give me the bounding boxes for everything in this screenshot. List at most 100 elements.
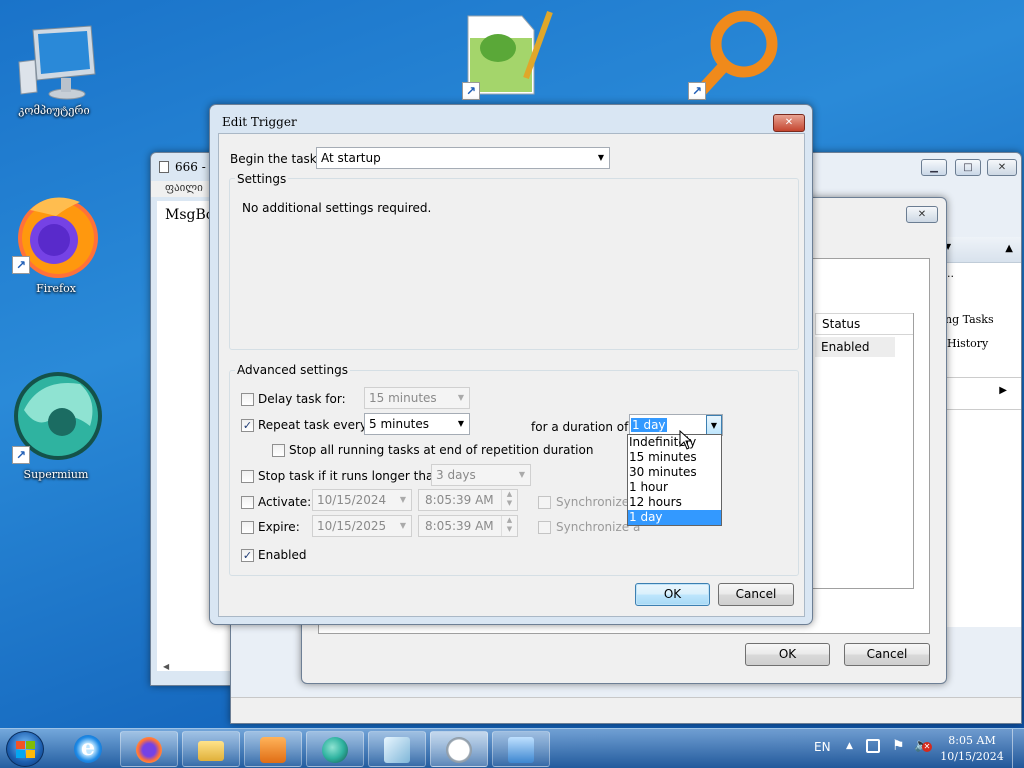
search-tool-desktop-icon[interactable]: ↗ [686, 8, 782, 102]
chevron-down-icon[interactable]: ▼ [706, 415, 722, 435]
duration-option-selected[interactable]: 1 day [628, 510, 721, 525]
begin-task-select[interactable]: At startup ▼ [316, 147, 610, 169]
expire-checkbox[interactable] [241, 521, 254, 534]
language-indicator[interactable]: EN [814, 740, 831, 754]
stop-all-tasks-checkbox[interactable] [272, 444, 285, 457]
right-pane: ▲ ▼ .. ng Tasks History ▶ [943, 237, 1021, 627]
duration-option[interactable]: Indefinitely [628, 435, 721, 450]
show-desktop-button[interactable] [1012, 729, 1024, 768]
stop-if-longer-select[interactable]: 3 days ▼ [431, 464, 531, 486]
activate-checkbox[interactable] [241, 496, 254, 509]
desktop-icon-supermium[interactable]: ↗ Supermium [8, 370, 104, 481]
firefox-icon: ↗ [10, 190, 102, 280]
sync-timezone-checkbox-2[interactable] [538, 521, 551, 534]
status-bar [231, 697, 1021, 723]
properties-cancel-button[interactable]: Cancel [844, 643, 930, 666]
submenu-arrow-icon[interactable]: ▶ [999, 385, 1007, 396]
repeat-task-select[interactable]: 5 minutes ▼ [364, 413, 470, 435]
show-hidden-icons-icon[interactable]: ▲ [846, 741, 853, 751]
taskbar-firefox[interactable] [120, 731, 178, 767]
expire-date-picker[interactable]: 10/15/2025 ▼ [312, 515, 412, 537]
duration-option[interactable]: 12 hours [628, 495, 721, 510]
clock[interactable]: 8:05 AM 10/15/2024 [940, 733, 1004, 765]
delay-task-checkbox[interactable] [241, 393, 254, 406]
duration-option[interactable]: 1 hour [628, 480, 721, 495]
taskbar-explorer[interactable] [182, 731, 240, 767]
desktop-icon-label: Firefox [36, 282, 76, 295]
activate-time-spinner[interactable]: 8:05:39 AM ▲ ▼ [418, 489, 518, 511]
duration-value: 1 day [631, 418, 667, 432]
dialog-ok-button[interactable]: OK [635, 583, 710, 606]
duration-option[interactable]: 30 minutes [628, 465, 721, 480]
expire-label: Expire: [258, 520, 300, 534]
edit-trigger-title: Edit Trigger [222, 115, 297, 129]
chevron-down-icon: ▼ [457, 393, 465, 402]
desktop-icon-label: კომპიუტერი [18, 104, 90, 117]
collapse-up-icon[interactable]: ▲ [1005, 243, 1013, 254]
dialog-cancel-button[interactable]: Cancel [718, 583, 794, 606]
repeat-task-checkbox[interactable]: ✓ [241, 419, 254, 432]
supermium-icon: ↗ [10, 370, 102, 466]
desktop-icon-firefox[interactable]: ↗ Firefox [8, 190, 104, 295]
sync-timezone-checkbox-1[interactable] [538, 496, 551, 509]
shortcut-arrow-icon: ↗ [688, 82, 706, 100]
media-player-icon [260, 737, 286, 763]
duration-dropdown-list[interactable]: Indefinitely 15 minutes 30 minutes 1 hou… [627, 434, 722, 526]
notepad-plus-plus-desktop-icon[interactable]: ↗ [462, 8, 554, 102]
settings-info-text: No additional settings required. [242, 201, 432, 215]
activate-date-picker[interactable]: 10/15/2024 ▼ [312, 489, 412, 511]
taskbar-ie[interactable]: e [60, 731, 116, 767]
activate-time-value: 8:05:39 AM [425, 493, 494, 507]
notepad-icon [384, 737, 410, 763]
maximize-button[interactable]: □ [955, 159, 981, 176]
scroll-left-arrow[interactable]: ◀ [163, 662, 169, 671]
action-item[interactable]: .. [947, 267, 954, 280]
delay-task-value: 15 minutes [369, 391, 437, 405]
taskbar-notepad[interactable] [368, 731, 426, 767]
windows-logo-icon [16, 741, 35, 758]
delay-task-select[interactable]: 15 minutes ▼ [364, 387, 470, 409]
status-cell-value: Enabled [821, 340, 870, 354]
volume-muted-icon[interactable]: 🔈✕ [914, 738, 932, 753]
expire-time-spinner[interactable]: 8:05:39 AM ▲ ▼ [418, 515, 518, 537]
close-button[interactable]: ✕ [987, 159, 1017, 176]
computer-icon [11, 22, 97, 102]
status-cell[interactable]: Enabled [815, 337, 895, 357]
taskbar-media-player[interactable] [244, 731, 302, 767]
calendar-dropdown-icon: ▼ [399, 521, 407, 530]
action-center-flag-icon[interactable]: ⚑ [892, 738, 905, 754]
internet-explorer-icon: e [74, 735, 102, 763]
delay-task-label: Delay task for: [258, 392, 346, 406]
desktop-icon-computer[interactable]: კომპიუტერი [6, 22, 102, 117]
shortcut-arrow-icon: ↗ [462, 82, 480, 100]
enabled-checkbox[interactable]: ✓ [241, 549, 254, 562]
stop-if-longer-value: 3 days [436, 468, 476, 482]
taskbar-control-panel[interactable] [492, 731, 550, 767]
edit-trigger-dialog[interactable]: Edit Trigger ✕ Begin the task: At startu… [209, 104, 813, 625]
expire-time-value: 8:05:39 AM [425, 519, 494, 533]
properties-close-button[interactable]: ✕ [906, 206, 938, 223]
divider [943, 377, 1021, 378]
duration-option[interactable]: 15 minutes [628, 450, 721, 465]
menu-item-file[interactable]: ფაილი [165, 181, 203, 194]
properties-ok-button[interactable]: OK [745, 643, 830, 666]
column-header-status[interactable]: Status [815, 313, 913, 335]
dialog-close-button[interactable]: ✕ [773, 114, 805, 132]
taskbar-supermium[interactable] [306, 731, 364, 767]
action-item[interactable]: History [947, 337, 988, 350]
taskbar-task-scheduler[interactable] [430, 731, 488, 767]
repeat-task-value: 5 minutes [369, 417, 430, 431]
clock-date: 10/15/2024 [940, 750, 1004, 763]
column-header-status-label: Status [822, 317, 861, 331]
edit-trigger-body: Begin the task: At startup ▼ Settings No… [218, 133, 805, 617]
clock-time: 8:05 AM [948, 734, 996, 747]
desktop-icon-label: Supermium [23, 468, 89, 481]
duration-select[interactable]: 1 day ▼ [629, 414, 723, 436]
action-item[interactable]: ng Tasks [945, 313, 994, 326]
stop-if-longer-checkbox[interactable] [241, 470, 254, 483]
start-button[interactable] [6, 731, 44, 767]
firefox-icon [136, 737, 162, 763]
minimize-button[interactable]: ▁ [921, 159, 947, 176]
network-icon[interactable] [866, 739, 880, 753]
advanced-settings-label: Advanced settings [235, 363, 350, 377]
